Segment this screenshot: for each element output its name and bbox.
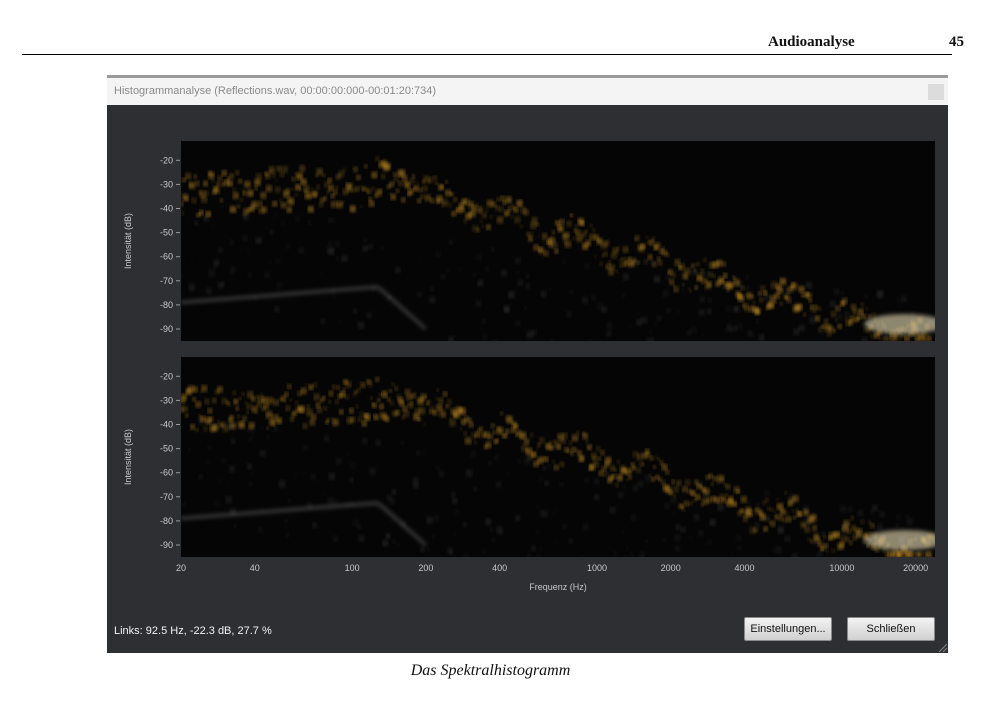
resize-grip-icon[interactable]: [936, 641, 948, 653]
settings-button[interactable]: Einstellungen...: [744, 617, 832, 641]
y-tick-label: -20: [160, 155, 173, 165]
histogram-panel-top[interactable]: Intensität (dB) -20 -30 -40 -50 -60 -70 -80 -90: [123, 141, 944, 392]
y-tick-label: -80: [160, 300, 173, 310]
y-axis-label: Intensität (dB): [123, 429, 133, 485]
window-body: Intensität (dB) -20 -30 -40 -50 -60 -70 -80 -90 I…: [107, 105, 948, 653]
status-readout: Links: 92.5 Hz, -22.3 dB, 27.7 %: [114, 625, 272, 637]
y-tick-label: -60: [160, 252, 173, 262]
y-tick-label: -40: [160, 204, 173, 214]
page-number: 45: [949, 34, 964, 50]
y-tick-label: -30: [160, 179, 173, 189]
plot-area[interactable]: [181, 141, 935, 341]
y-tick-label: -90: [160, 540, 173, 550]
y-tick-label: -70: [160, 276, 173, 286]
x-axis-label: Frequenz (Hz): [529, 582, 587, 592]
x-tick-label: 1000: [587, 563, 607, 573]
x-tick-label: 200: [418, 563, 433, 573]
x-tick-label: 100: [345, 563, 360, 573]
histogram-window: Histogrammanalyse (Reflections.wav, 00:0…: [107, 75, 948, 653]
close-button[interactable]: Schließen: [847, 617, 935, 641]
window-titlebar[interactable]: Histogrammanalyse (Reflections.wav, 00:0…: [107, 78, 948, 105]
y-tick-label: -60: [160, 468, 173, 478]
x-tick-label: 40: [250, 563, 260, 573]
y-tick-label: -50: [160, 228, 173, 238]
x-tick-label: 20: [176, 563, 186, 573]
spectral-histogram[interactable]: Intensität (dB)-20-30-40-50-60-70-80-90I…: [107, 105, 948, 653]
x-tick-label: 10000: [829, 563, 854, 573]
window-title: Histogrammanalyse (Reflections.wav, 00:0…: [114, 85, 437, 97]
y-tick-label: -90: [160, 324, 173, 334]
y-tick-label: -30: [160, 395, 173, 405]
chapter-title: Audioanalyse: [768, 34, 855, 50]
x-tick-label: 20000: [903, 563, 928, 573]
x-tick-label: 2000: [661, 563, 681, 573]
x-tick-label: 400: [492, 563, 507, 573]
y-axis-label: Intensität (dB): [123, 213, 133, 269]
window-close-icon[interactable]: [928, 84, 944, 100]
figure-caption: Das Spektralhistogramm: [410, 662, 571, 679]
y-tick-label: -50: [160, 444, 173, 454]
plot-area[interactable]: [181, 357, 935, 557]
y-tick-label: -40: [160, 420, 173, 430]
y-tick-label: -20: [160, 371, 173, 381]
y-tick-label: -70: [160, 492, 173, 502]
x-tick-label: 4000: [734, 563, 754, 573]
y-tick-label: -80: [160, 516, 173, 526]
page-header: Audioanalyse 45: [22, 32, 964, 55]
histogram-panel-bottom[interactable]: Intensität (dB) -20 -30 -40 -50 -60 -70 -80 -90 2…: [123, 357, 944, 619]
